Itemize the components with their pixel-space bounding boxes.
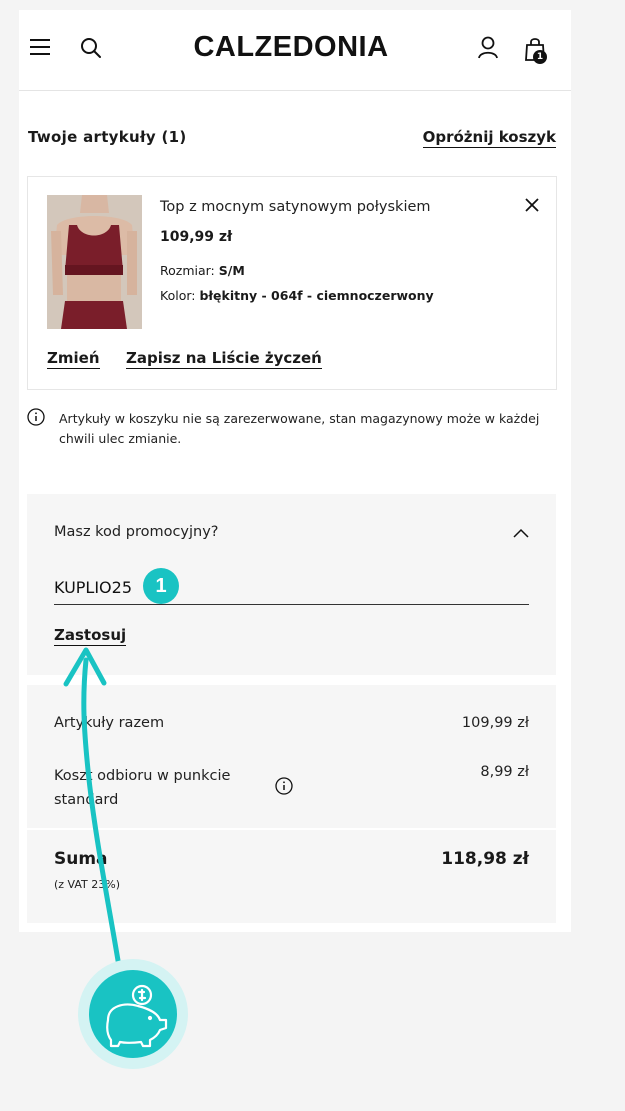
- shipping-info-icon[interactable]: [275, 777, 293, 795]
- shipping-label: Koszt odbioru w punkcie standard: [54, 768, 231, 808]
- stock-notice: Artykuły w koszyku nie są zarezerwowane,…: [59, 411, 540, 446]
- bag-count-badge: 1: [533, 50, 547, 64]
- menu-icon[interactable]: [30, 39, 50, 55]
- color-value: błękitny - 064f - ciemnoczerwony: [199, 288, 434, 303]
- save-to-wishlist-link[interactable]: Zapisz na Liście życzeń: [126, 349, 322, 369]
- info-icon: [27, 408, 45, 426]
- cart-item: Top z mocnym satynowym połyskiem 109,99 …: [27, 176, 557, 390]
- promo-question[interactable]: Masz kod promocyjny?: [54, 524, 219, 540]
- items-total-value: 109,99 zł: [461, 715, 529, 731]
- close-icon[interactable]: [525, 198, 539, 212]
- empty-cart-link[interactable]: Opróżnij koszyk: [422, 128, 556, 148]
- product-price: 109,99 zł: [160, 229, 233, 245]
- step-number-badge: 1: [143, 568, 179, 604]
- size-value: S/M: [218, 263, 245, 278]
- piggy-bank-coin-icon: [106, 984, 168, 1048]
- cart-page: CALZEDONIA 1 Twoje artykuły (1) Opróżnij…: [19, 10, 571, 932]
- user-icon[interactable]: [477, 36, 499, 60]
- brand-logo[interactable]: CALZEDONIA: [186, 31, 396, 64]
- total-value: 118,98 zł: [441, 849, 529, 869]
- product-name[interactable]: Top z mocnym satynowym połyskiem: [160, 199, 431, 215]
- product-image[interactable]: [47, 195, 142, 329]
- site-header: CALZEDONIA 1: [19, 10, 571, 91]
- size-label: Rozmiar:: [160, 263, 215, 278]
- chevron-up-icon[interactable]: [513, 528, 529, 538]
- promo-code-input[interactable]: [54, 570, 529, 605]
- apply-promo-button[interactable]: Zastosuj: [54, 626, 127, 646]
- piggy-bank-badge: [89, 970, 177, 1058]
- summary-divider: [27, 828, 556, 830]
- items-total-label: Artykuły razem: [54, 715, 165, 731]
- change-item-link[interactable]: Zmień: [47, 349, 100, 369]
- promo-code-section: Masz kod promocyjny? Zastosuj: [27, 494, 556, 675]
- product-size: Rozmiar: S/M: [160, 263, 245, 278]
- color-label: Kolor:: [160, 288, 196, 303]
- search-icon[interactable]: [80, 37, 102, 59]
- order-summary: Artykuły razem 109,99 zł Koszt odbioru w…: [27, 685, 556, 923]
- cart-title: Twoje artykuły (1): [28, 128, 187, 146]
- total-label: Suma: [54, 849, 108, 869]
- vat-note: (z VAT 23%): [54, 878, 121, 891]
- piggy-bank-badge-halo: [78, 959, 188, 1069]
- shipping-value: 8,99 zł: [480, 764, 529, 780]
- product-color: Kolor: błękitny - 064f - ciemnoczerwony: [160, 288, 434, 303]
